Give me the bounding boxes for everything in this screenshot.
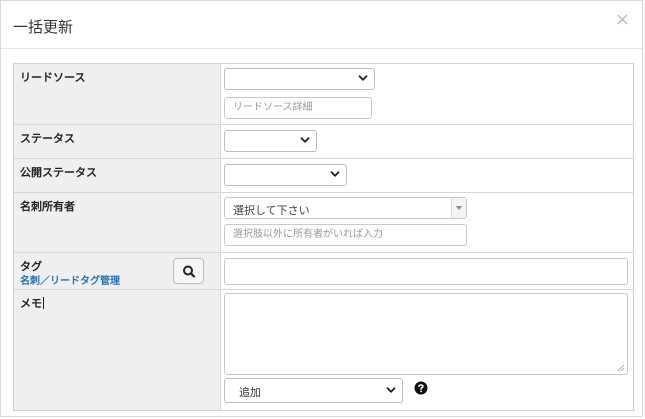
value-cell	[221, 253, 633, 289]
lead-source-detail-input[interactable]: リードソース詳細	[224, 97, 372, 119]
label-cell: 名刺所有者	[14, 193, 221, 252]
caret-down-icon	[456, 206, 462, 210]
card-owner-label: 名刺所有者	[20, 200, 75, 213]
chevron-down-icon	[358, 75, 368, 81]
row-public-status: 公開ステータス	[14, 159, 633, 193]
value-cell: 追加	[221, 290, 633, 410]
label-cell: タグ 名刺／リードタグ管理	[14, 253, 221, 289]
tag-input[interactable]	[224, 258, 628, 285]
search-icon	[183, 265, 196, 278]
question-circle-icon[interactable]	[414, 381, 428, 395]
lead-source-label: リードソース	[20, 71, 86, 84]
memo-label: メモ	[20, 295, 44, 311]
chevron-down-icon	[330, 171, 340, 177]
value-cell	[221, 159, 633, 192]
tag-manage-link[interactable]: 名刺／リードタグ管理	[20, 272, 120, 287]
label-cell: 公開ステータス	[14, 159, 221, 192]
row-lead-source: リードソース リードソース詳細	[14, 64, 633, 125]
lead-source-select[interactable]	[224, 68, 375, 90]
row-memo: メモ 追加	[14, 290, 633, 410]
value-cell	[221, 125, 633, 158]
row-card-owner: 名刺所有者 選択して下さい 選択肢以外に所有者がいれば入力	[14, 193, 633, 253]
memo-textarea[interactable]	[224, 293, 628, 375]
card-owner-select-value: 選択して下さい	[233, 204, 310, 217]
memo-mode-select[interactable]: 追加	[224, 378, 403, 403]
row-status: ステータス	[14, 125, 633, 159]
resize-grip-icon[interactable]	[617, 364, 625, 372]
value-cell: リードソース詳細	[221, 64, 633, 124]
bulk-update-form: リードソース リードソース詳細 ステータス 公開ステータス 名刺所有者 選択して…	[13, 63, 634, 411]
dialog-title: 一括更新	[13, 18, 74, 36]
label-cell: リードソース	[14, 64, 221, 124]
dialog-header: 一括更新 ×	[1, 1, 642, 49]
label-cell: ステータス	[14, 125, 221, 158]
tag-search-button[interactable]	[173, 258, 204, 284]
label-cell: メモ	[14, 290, 221, 410]
close-icon[interactable]: ×	[615, 11, 630, 29]
chevron-down-icon	[300, 137, 310, 143]
card-owner-other-input[interactable]: 選択肢以外に所有者がいれば入力	[224, 224, 467, 246]
bulk-update-dialog: 一括更新 × リードソース リードソース詳細 ステータス 公開ステータス 名刺所…	[0, 0, 643, 417]
row-tag: タグ 名刺／リードタグ管理	[14, 253, 633, 290]
memo-mode-select-value: 追加	[239, 386, 261, 399]
card-owner-select[interactable]: 選択して下さい	[224, 197, 467, 219]
status-select[interactable]	[224, 130, 317, 152]
public-status-select[interactable]	[224, 164, 347, 186]
dropdown-toggle[interactable]	[451, 198, 466, 218]
status-label: ステータス	[20, 132, 75, 145]
value-cell: 選択して下さい 選択肢以外に所有者がいれば入力	[221, 193, 633, 252]
chevron-down-icon	[386, 387, 396, 393]
text-cursor	[43, 297, 44, 309]
memo-label-text: メモ	[20, 297, 42, 310]
public-status-label: 公開ステータス	[20, 166, 97, 179]
